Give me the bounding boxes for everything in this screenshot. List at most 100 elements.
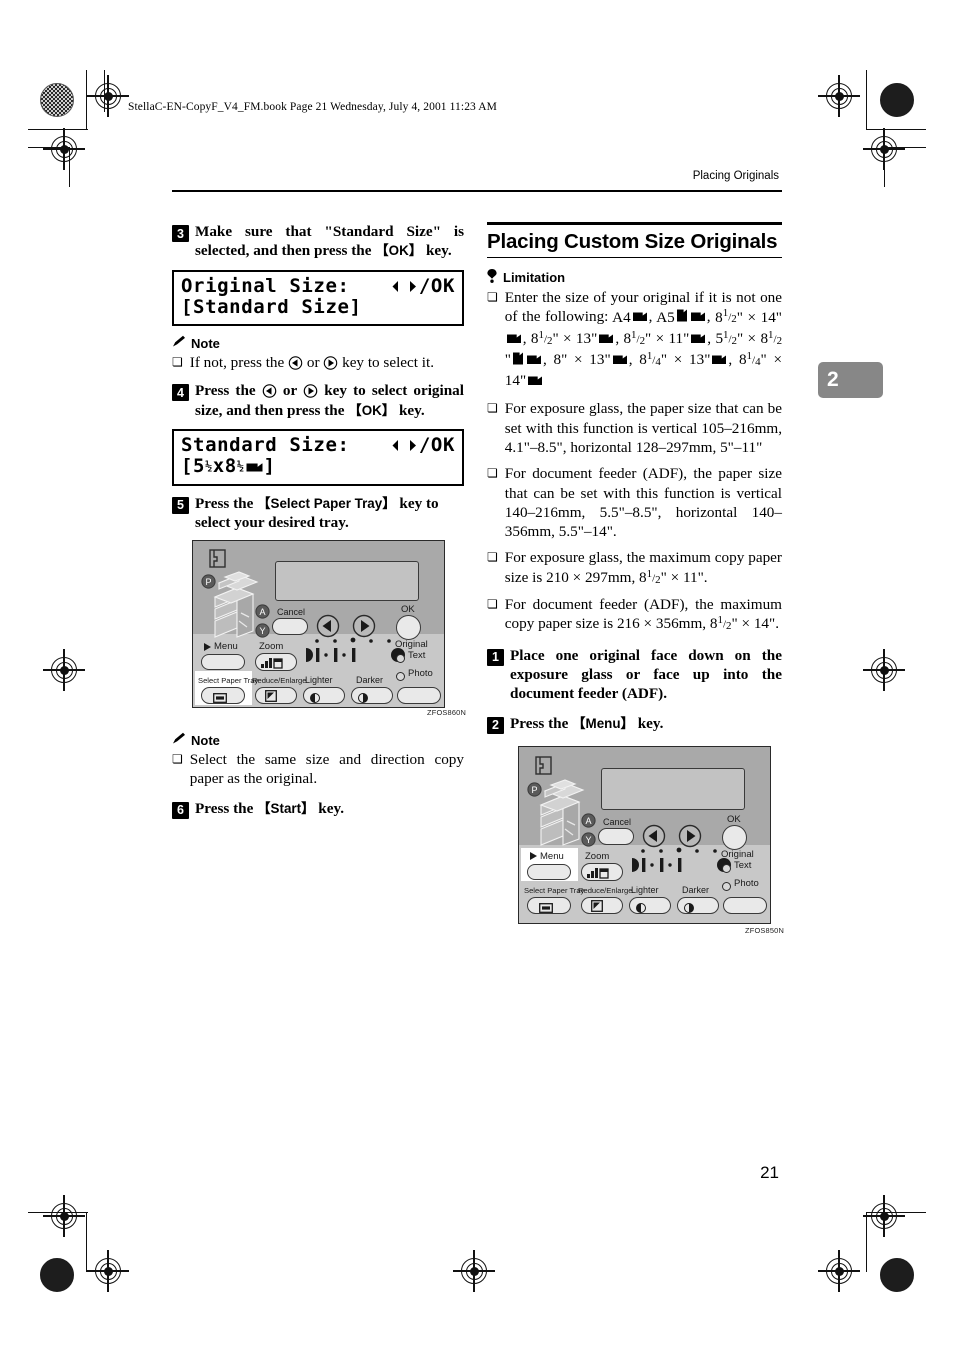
paper-size-item: A4 xyxy=(612,309,649,326)
landscape-paper-icon xyxy=(598,331,614,350)
landscape-paper-icon xyxy=(526,352,542,371)
zoom-label: Zoom xyxy=(259,641,284,653)
running-head: Placing Originals xyxy=(692,170,779,182)
control-panel-2: P A Y Cancel OK Menu Zoom Select Paper T… xyxy=(518,745,771,924)
note-2-text: Select the same size and direction copy … xyxy=(189,751,464,788)
exposure-indicator xyxy=(305,637,405,676)
original-type-button[interactable] xyxy=(723,896,767,914)
paper-size-item: 81/4" × 13" xyxy=(639,349,728,371)
figure-control-panel-1: P A Y Cancel OK Menu Zoom Select Paper T… xyxy=(172,540,466,717)
bullet-square-icon: ❏ xyxy=(487,290,498,305)
step-2-number: 2 xyxy=(487,716,504,734)
paper-size-item: 81/2" × 13" xyxy=(531,328,615,350)
text-label: Text xyxy=(734,859,752,871)
select-paper-tray-label: Select Paper Tray xyxy=(524,885,585,895)
zoom-label: Zoom xyxy=(585,850,610,862)
density-patch-top-left xyxy=(40,83,74,117)
menu-button[interactable] xyxy=(201,654,245,671)
note-1-heading: Note xyxy=(172,335,464,351)
header-rule xyxy=(172,190,782,192)
crop-line-top-left-h xyxy=(28,129,88,131)
paper-size-item: 81/2" × 11" xyxy=(623,329,707,350)
ok-label: OK xyxy=(727,813,741,825)
step-5: 5 Press the 【Select Paper Tray】 key to s… xyxy=(172,494,464,533)
limitation-heading-label: Limitation xyxy=(503,270,566,286)
crop-line-top-right-v xyxy=(866,70,868,130)
original-type-button[interactable] xyxy=(397,687,441,705)
left-arrow-key-icon xyxy=(262,382,277,399)
cancel-label: Cancel xyxy=(603,816,632,827)
menu-label: Menu xyxy=(203,641,238,652)
bullet-square-icon: ❏ xyxy=(172,752,183,767)
fraction: 1/2 xyxy=(538,328,553,347)
darker-label: Darker xyxy=(682,884,710,895)
crop-line-bottom-right-h xyxy=(866,1212,926,1214)
step-5-key: 【Select Paper Tray】 xyxy=(257,495,396,511)
text-radio-indicator xyxy=(722,863,731,873)
limitation-adf-range-text: For document feeder (ADF), the paper siz… xyxy=(504,465,782,541)
lcd1-label: Original Size: xyxy=(181,274,350,297)
step-4-key: 【OK】 xyxy=(348,402,396,418)
lighter-label: Lighter xyxy=(631,884,659,895)
bullet-square-icon: ❏ xyxy=(487,596,498,611)
lcd-arrow-icons xyxy=(392,279,418,294)
note-block-1: Note ❏ If not, press the or key to selec… xyxy=(172,335,464,372)
lighter-icon xyxy=(310,690,320,708)
svg-text:Y: Y xyxy=(259,626,265,636)
step-3-text: Make sure that "Standard Size" is select… xyxy=(195,222,464,261)
step-4-number: 4 xyxy=(172,384,189,402)
step-2-text: Press the 【Menu】 key. xyxy=(510,714,664,732)
callout-p: P xyxy=(527,781,542,802)
landscape-paper-icon xyxy=(527,373,543,392)
step-3-key: 【OK】 xyxy=(375,243,423,259)
menu-button[interactable] xyxy=(527,863,571,880)
darker-icon xyxy=(358,690,368,708)
lcd2-line1: Standard Size: /OK xyxy=(181,434,455,457)
ok-label: OK xyxy=(401,604,415,616)
landscape-paper-icon xyxy=(690,309,706,328)
bullet-square-icon: ❏ xyxy=(487,466,498,481)
note-1-bullet: ❏ If not, press the or key to select it. xyxy=(172,353,464,372)
limitation-bullet-exposure-max: ❏ For exposure glass, the maximum copy p… xyxy=(487,548,782,587)
registration-mark-top-right xyxy=(818,75,860,117)
limitation-exposure-max-text: For exposure glass, the maximum copy pap… xyxy=(504,549,782,586)
limitation-heading: Limitation xyxy=(487,269,782,286)
menu-label: Menu xyxy=(529,851,564,862)
reduce-enlarge-label: Reduce/Enlarge xyxy=(578,885,633,895)
section-rule-bottom xyxy=(487,256,782,259)
limitation-sizes-text: Enter the size of your original if it is… xyxy=(505,288,782,392)
original-label: Original xyxy=(395,639,428,651)
step-6: 6 Press the 【Start】 key. xyxy=(172,799,464,819)
paper-size-item: A5 xyxy=(656,309,707,326)
bullet-square-icon: ❏ xyxy=(487,401,498,416)
lcd1-right: /OK xyxy=(418,274,455,297)
landscape-paper-icon xyxy=(690,331,706,350)
select-paper-tray-label: Select Paper Tray xyxy=(198,676,259,686)
lcd2-right: /OK xyxy=(418,434,455,457)
limitation-adf-max-text: For document feeder (ADF), the maximum c… xyxy=(504,595,782,632)
svg-text:Y: Y xyxy=(585,835,591,845)
step-1: 1 Place one original face down on the ex… xyxy=(487,646,782,704)
portrait-paper-icon xyxy=(512,351,524,371)
control-panel-1: P A Y Cancel OK Menu Zoom Select Paper T… xyxy=(192,540,445,709)
step-5-text: Press the 【Select Paper Tray】 key to sel… xyxy=(195,494,439,531)
registration-mark-bottom-left xyxy=(87,1250,129,1292)
step-2: 2 Press the 【Menu】 key. xyxy=(487,714,782,734)
menu-triangle-icon xyxy=(530,852,537,860)
crop-line-top-left-h2 xyxy=(28,147,70,149)
step-1-number: 1 xyxy=(487,648,504,666)
cancel-button[interactable] xyxy=(272,618,308,636)
landscape-paper-icon xyxy=(711,352,727,371)
density-patch-top-right xyxy=(880,83,914,117)
lcd2-label: Standard Size: xyxy=(181,434,350,457)
fraction: 1/4 xyxy=(646,349,661,368)
note-block-2: Note ❏ Select the same size and directio… xyxy=(172,732,464,789)
right-column: Placing Custom Size Originals Limitation… xyxy=(487,222,784,948)
fraction: 1/2 xyxy=(646,567,661,586)
paper-tray-icon xyxy=(539,900,553,918)
limitation-block: Limitation ❏ Enter the size of your orig… xyxy=(487,269,782,633)
left-column: 3 Make sure that "Standard Size" is sele… xyxy=(172,222,466,821)
step-6-key: 【Start】 xyxy=(257,800,315,816)
registration-mark-right-middle xyxy=(863,649,905,691)
cancel-button[interactable] xyxy=(598,827,634,845)
